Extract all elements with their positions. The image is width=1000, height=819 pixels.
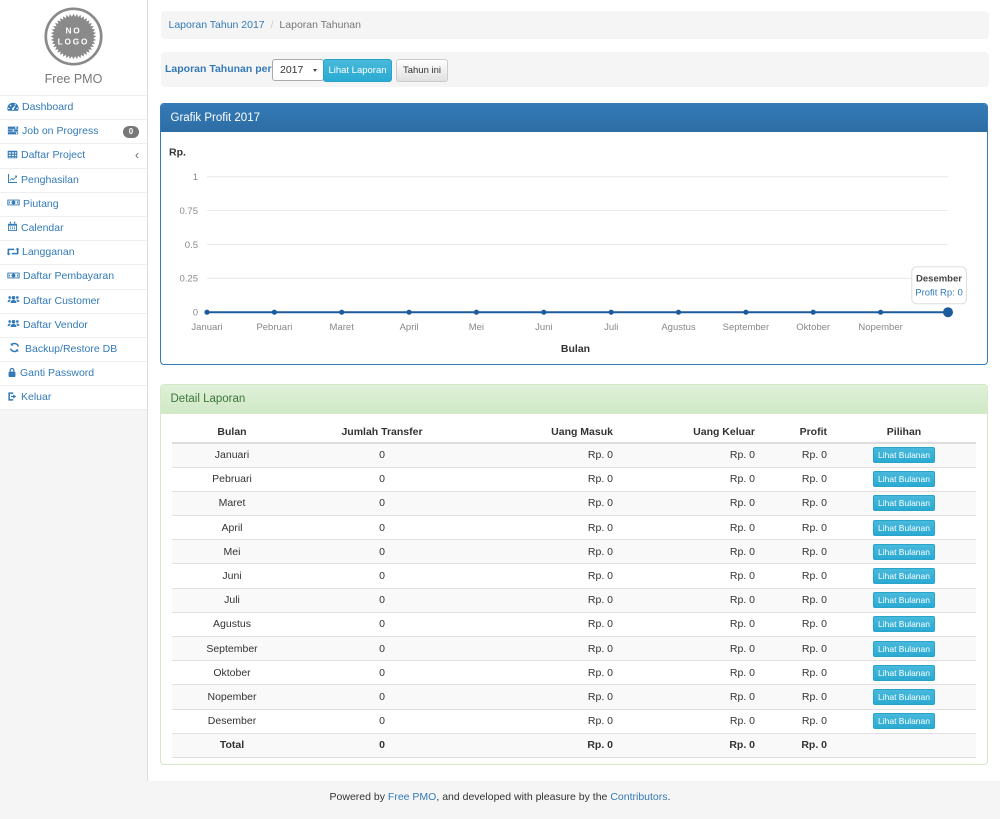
svg-text:0.75: 0.75 bbox=[180, 206, 199, 217]
svg-text:Januari: Januari bbox=[191, 322, 222, 333]
svg-text:NO: NO bbox=[65, 26, 81, 36]
svg-text:0.25: 0.25 bbox=[180, 274, 199, 285]
svg-text:September: September bbox=[723, 322, 769, 333]
svg-text:Oktober: Oktober bbox=[796, 322, 830, 333]
svg-text:0: 0 bbox=[193, 308, 198, 319]
svg-text:LOGO: LOGO bbox=[58, 36, 90, 46]
svg-text:Agustus: Agustus bbox=[661, 322, 696, 333]
svg-text:Nopember: Nopember bbox=[858, 322, 902, 333]
svg-text:0.5: 0.5 bbox=[185, 240, 198, 251]
svg-text:Desember: Desember bbox=[916, 274, 962, 285]
svg-text:1: 1 bbox=[193, 172, 198, 183]
svg-text:Pebruari: Pebruari bbox=[256, 322, 292, 333]
svg-text:Juni: Juni bbox=[535, 322, 552, 333]
svg-text:Bulan: Bulan bbox=[561, 343, 590, 355]
svg-text:April: April bbox=[400, 322, 419, 333]
svg-text:Maret: Maret bbox=[330, 322, 355, 333]
svg-text:Rp.: Rp. bbox=[169, 147, 186, 159]
svg-text:Juli: Juli bbox=[604, 322, 618, 333]
svg-text:Mei: Mei bbox=[469, 322, 484, 333]
svg-text:Profit Rp: 0: Profit Rp: 0 bbox=[915, 288, 963, 299]
